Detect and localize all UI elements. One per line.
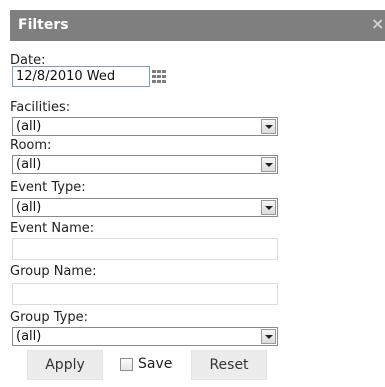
group-name-input[interactable] — [12, 283, 278, 305]
chevron-down-icon[interactable] — [261, 329, 276, 344]
event-name-label: Event Name: — [10, 221, 95, 236]
event-type-label: Event Type: — [10, 180, 86, 195]
event-type-value: (all) — [16, 200, 42, 215]
save-checkbox[interactable] — [120, 358, 133, 371]
facilities-select[interactable]: (all) — [12, 117, 278, 136]
chevron-down-icon[interactable] — [261, 200, 276, 215]
reset-button[interactable]: Reset — [191, 350, 267, 380]
save-label[interactable]: Save — [138, 355, 172, 373]
group-type-select[interactable]: (all) — [12, 327, 278, 346]
facilities-label: Facilities: — [10, 100, 71, 115]
facilities-value: (all) — [16, 119, 42, 134]
panel-header: Filters × — [10, 10, 385, 41]
room-select[interactable]: (all) — [12, 155, 278, 174]
panel-title: Filters — [18, 17, 69, 33]
group-type-value: (all) — [16, 329, 42, 344]
date-input[interactable]: 12/8/2010 Wed — [12, 66, 150, 87]
chevron-down-icon[interactable] — [261, 157, 276, 172]
event-type-select[interactable]: (all) — [12, 198, 278, 217]
event-name-input[interactable] — [12, 238, 278, 260]
calendar-icon[interactable] — [152, 70, 166, 83]
close-icon[interactable]: × — [371, 16, 385, 32]
chevron-down-icon[interactable] — [261, 119, 276, 134]
group-name-label: Group Name: — [10, 264, 97, 279]
room-value: (all) — [16, 157, 42, 172]
apply-button[interactable]: Apply — [27, 350, 103, 380]
group-type-label: Group Type: — [10, 310, 88, 325]
room-label: Room: — [10, 138, 52, 153]
